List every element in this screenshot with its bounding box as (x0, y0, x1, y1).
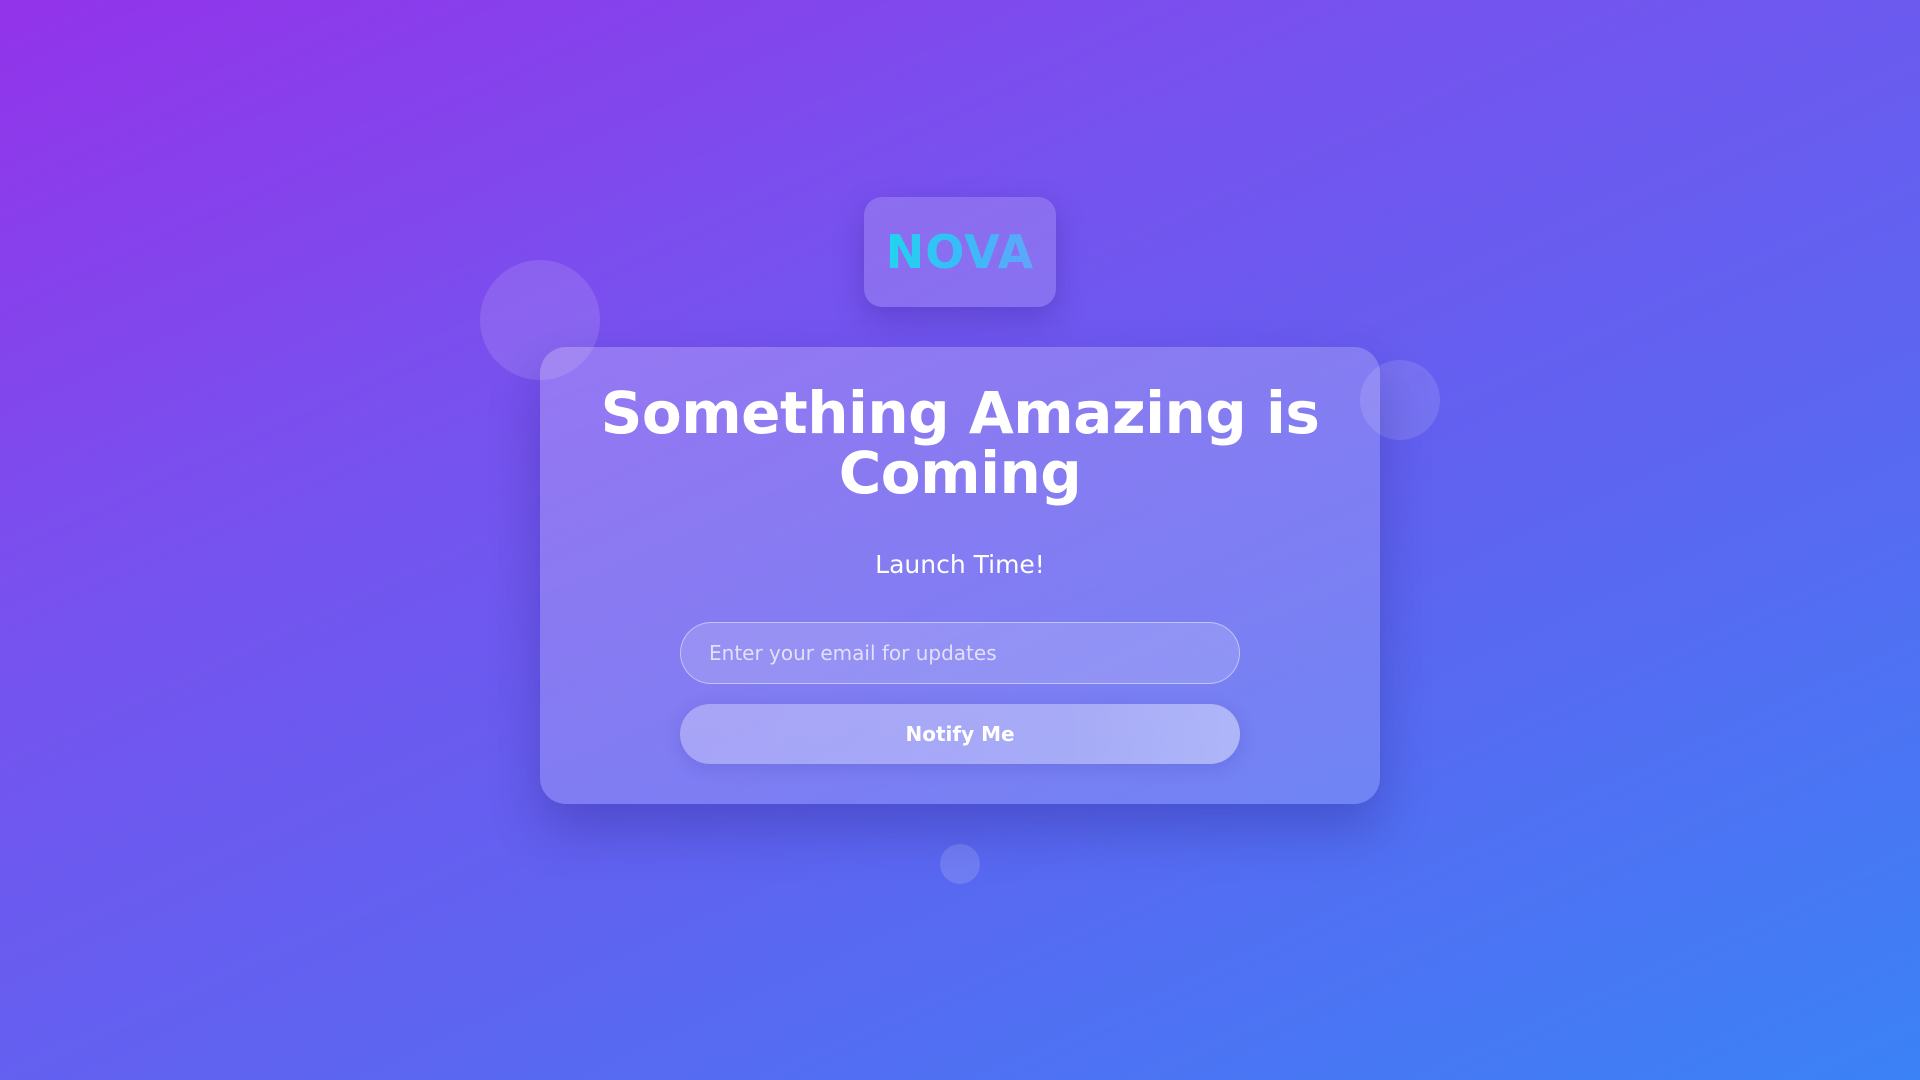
launch-subtitle: Launch Time! (875, 550, 1045, 579)
logo-badge: NOVA (864, 197, 1056, 307)
coming-soon-card: Something Amazing is Coming Launch Time!… (540, 347, 1380, 804)
notify-me-button[interactable]: Notify Me (680, 704, 1240, 764)
email-input[interactable] (680, 622, 1240, 684)
page-title: Something Amazing is Coming (600, 379, 1320, 507)
logo-text: NOVA (885, 225, 1035, 279)
decorative-bubble-small (940, 844, 980, 884)
